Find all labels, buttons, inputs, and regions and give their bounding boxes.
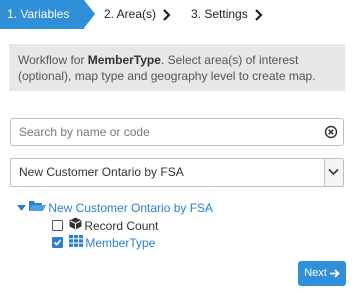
- info-workflow-name: MemberType: [87, 53, 161, 67]
- tree-item-record-count[interactable]: Record Count: [52, 216, 158, 234]
- step-variables-label: 1. Variables: [7, 7, 70, 21]
- next-button-label: Next: [304, 267, 327, 279]
- folder-open-icon: [29, 199, 47, 217]
- caret-down-icon[interactable]: [17, 199, 26, 217]
- tree-root-label: New Customer Ontario by FSA: [48, 200, 214, 215]
- chevron-right-icon: [254, 9, 264, 21]
- tree-item-membertype[interactable]: MemberType: [52, 233, 155, 251]
- chevron-down-icon: [328, 168, 339, 176]
- step-settings-tab[interactable]: 3. Settings: [191, 0, 264, 29]
- step-settings-label: 3. Settings: [191, 7, 248, 21]
- dataset-select-value: New Customer Ontario by FSA: [19, 165, 184, 179]
- dataset-select[interactable]: New Customer Ontario by FSA: [10, 158, 344, 187]
- record-count-label: Record Count: [84, 218, 159, 233]
- workflow-steps: 1. Variables 2. Area(s) 3. Settings: [0, 0, 355, 29]
- record-count-checkbox[interactable]: [52, 220, 63, 232]
- step-areas-tab[interactable]: 2. Area(s): [104, 0, 172, 29]
- membertype-checkbox[interactable]: [52, 237, 63, 249]
- grid-icon: [69, 234, 84, 252]
- step-variables-tab[interactable]: 1. Variables: [0, 0, 84, 29]
- search-box: [10, 118, 344, 146]
- step-active-arrow: [84, 0, 95, 28]
- arrow-right-icon: [329, 268, 340, 278]
- step-areas-label: 2. Area(s): [104, 7, 157, 21]
- search-input[interactable]: [11, 119, 309, 145]
- check-icon: [53, 239, 62, 247]
- dropdown-toggle[interactable]: [324, 159, 343, 186]
- workflow-info-box: Workflow for MemberType. Select area(s) …: [9, 44, 345, 91]
- chevron-right-icon: [162, 9, 172, 21]
- info-prefix: Workflow for: [18, 53, 88, 67]
- tree-root-node[interactable]: New Customer Ontario by FSA: [17, 198, 213, 216]
- clear-circle-icon[interactable]: [324, 125, 338, 139]
- next-button[interactable]: Next: [298, 261, 346, 286]
- membertype-label: MemberType: [85, 235, 156, 250]
